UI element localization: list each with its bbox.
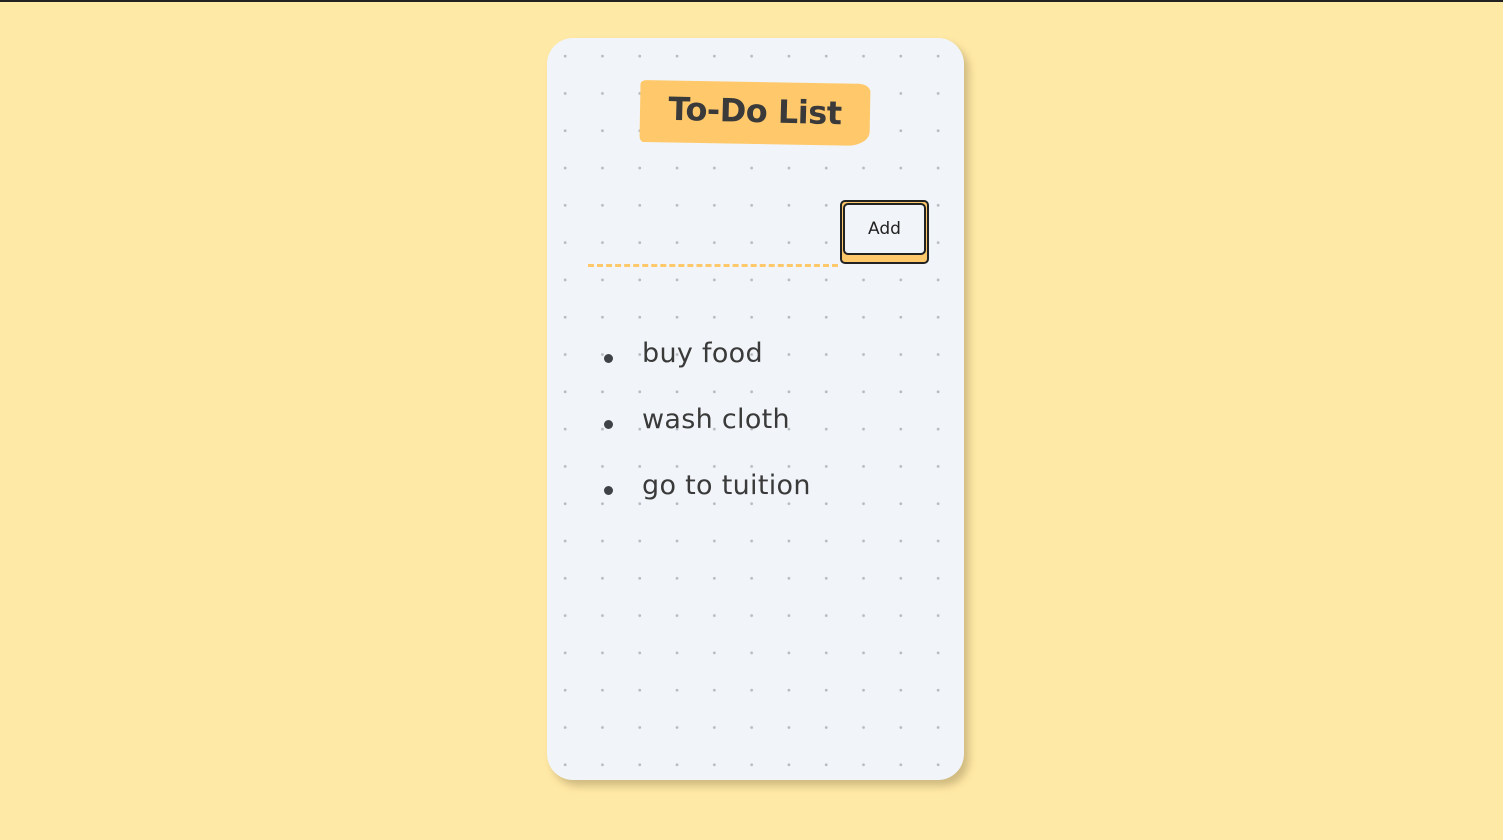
list-item[interactable]: go to tuition (597, 460, 811, 526)
add-button[interactable]: Add (840, 200, 929, 264)
add-button-label: Add (843, 203, 926, 255)
page-title: To-Do List (667, 89, 843, 133)
bullet-icon (604, 354, 613, 363)
todo-card: To-Do List Add buy food wash cloth go to… (547, 38, 964, 780)
list-item[interactable]: wash cloth (597, 394, 811, 460)
todo-text: wash cloth (642, 404, 790, 435)
title-banner: To-Do List (639, 79, 871, 147)
bullet-icon (604, 420, 613, 429)
todo-text: go to tuition (642, 470, 811, 501)
todo-list: buy food wash cloth go to tuition (597, 328, 811, 526)
bullet-icon (604, 486, 613, 495)
list-item[interactable]: buy food (597, 328, 811, 394)
top-border (0, 0, 1503, 2)
todo-text: buy food (642, 338, 763, 369)
task-input[interactable] (588, 238, 838, 267)
